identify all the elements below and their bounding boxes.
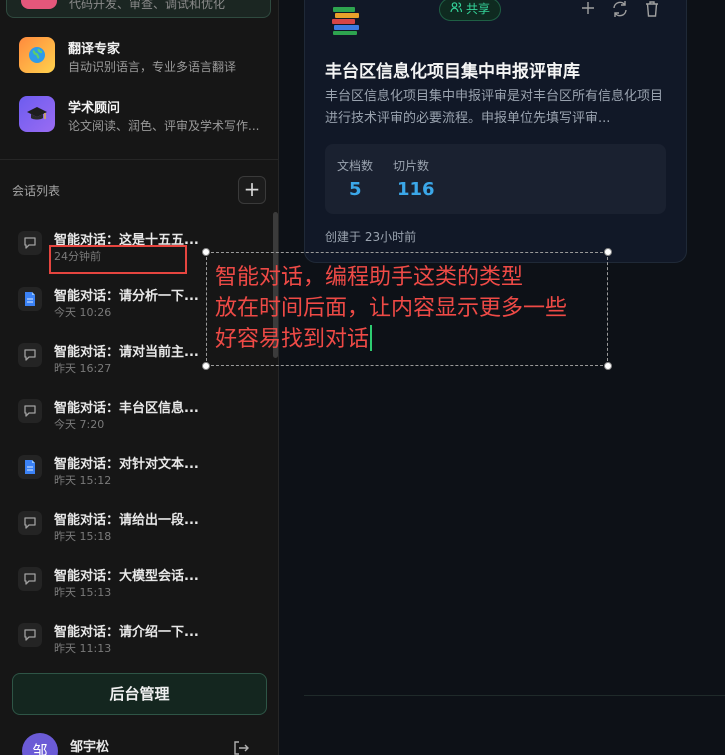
- conversation-title: 智能对话：请对当前主...: [54, 345, 199, 360]
- conversation-time: 昨天 16:27: [54, 362, 112, 375]
- agent-desc: 自动识别语言，专业多语言翻译: [68, 60, 237, 74]
- code-agent-icon: [21, 0, 57, 9]
- resize-handle[interactable]: [604, 248, 612, 256]
- conversation-title: 智能对话：对针对文本...: [54, 457, 199, 472]
- admin-management-button[interactable]: 后台管理: [12, 673, 267, 715]
- conversation-item[interactable]: 智能对话：丰台区信息... 今天 7:20: [12, 382, 267, 438]
- resize-handle[interactable]: [202, 362, 210, 370]
- highlight-box: [49, 245, 187, 274]
- conversation-list-title: 会话列表: [12, 184, 61, 198]
- knowledge-base-description: 丰台区信息化项目集中申报评审是对丰台区所有信息化项目进行技术评审的必要流程。申报…: [325, 89, 664, 126]
- chat-icon: [18, 399, 42, 423]
- conversation-item[interactable]: 智能对话：对针对文本... 昨天 15:12: [12, 438, 267, 494]
- agent-card-code[interactable]: 代码开发、审查、调试和优化: [6, 0, 271, 18]
- knowledge-base-title: 丰台区信息化项目集中申报评审库: [325, 62, 580, 82]
- conversation-item[interactable]: 智能对话：请介绍一下... 昨天 11:13: [12, 606, 267, 660]
- annotation-line: 智能对话，编程助手这类的类型: [215, 265, 524, 290]
- annotation-line: 放在时间后面，让内容显示更多一些: [215, 296, 568, 321]
- conversation-item[interactable]: 智能对话：大模型会话... 昨天 15:13: [12, 550, 267, 606]
- add-icon[interactable]: [580, 0, 598, 18]
- new-conversation-button[interactable]: +: [238, 176, 266, 204]
- agent-card-translator[interactable]: 翻译专家 自动识别语言，专业多语言翻译: [12, 31, 270, 87]
- trash-icon[interactable]: [644, 0, 662, 18]
- agent-desc: 代码开发、审查、调试和优化: [69, 0, 226, 11]
- conversation-time: 昨天 11:13: [54, 642, 112, 655]
- document-count-value: 5: [349, 179, 362, 200]
- chat-icon: [18, 511, 42, 535]
- books-icon: [330, 4, 362, 40]
- conversation-title: 智能对话：请介绍一下...: [54, 625, 199, 640]
- annotation-line: 好容易找到对话: [215, 327, 370, 352]
- conversation-title: 智能对话：请给出一段...: [54, 513, 199, 528]
- conversation-item[interactable]: 智能对话：请给出一段... 昨天 15:18: [12, 494, 267, 550]
- resize-handle[interactable]: [604, 362, 612, 370]
- agent-desc: 论文阅读、润色、评审及学术写作...: [68, 119, 260, 133]
- created-time: 创建于 23小时前: [325, 230, 417, 244]
- shared-label: 共享: [466, 2, 491, 16]
- conversation-time: 昨天 15:13: [54, 586, 112, 599]
- agent-name: 翻译专家: [68, 42, 121, 57]
- users-icon: [450, 0, 463, 20]
- conversation-time: 昨天 15:12: [54, 474, 112, 487]
- knowledge-base-stats: 文档数 5 切片数 116: [325, 144, 666, 214]
- conversation-time: 今天 7:20: [54, 418, 105, 431]
- chat-icon: [18, 623, 42, 647]
- sidebar: 代码开发、审查、调试和优化 翻译专家 自动识别语言，专业多语言翻译 学术顾问 论…: [0, 0, 279, 755]
- chat-icon: [18, 567, 42, 591]
- avatar[interactable]: 邹: [22, 733, 58, 755]
- agent-name: 学术顾问: [68, 101, 121, 116]
- globe-icon: [19, 37, 55, 73]
- annotation-text[interactable]: 智能对话，编程助手这类的类型 放在时间后面，让内容显示更多一些 好容易找到对话: [215, 262, 567, 355]
- agent-card-academic[interactable]: 学术顾问 论文阅读、润色、评审及学术写作...: [12, 90, 270, 146]
- refresh-icon[interactable]: [611, 0, 629, 18]
- logout-icon[interactable]: [232, 740, 250, 755]
- shared-badge: 共享: [439, 0, 502, 21]
- document-count-label: 文档数: [337, 159, 374, 173]
- conversation-time: 今天 10:26: [54, 306, 112, 319]
- graduation-cap-icon: [19, 96, 55, 132]
- conversation-title: 智能对话：请分析一下...: [54, 289, 199, 304]
- document-icon: [18, 287, 42, 311]
- resize-handle[interactable]: [202, 248, 210, 256]
- conversation-time: 昨天 15:18: [54, 530, 112, 543]
- divider: [304, 695, 725, 696]
- chunk-count-label: 切片数: [393, 159, 430, 173]
- document-icon: [18, 455, 42, 479]
- chat-icon: [18, 231, 42, 255]
- user-name: 邹宇松: [70, 740, 110, 755]
- conversation-title: 智能对话：丰台区信息...: [54, 401, 199, 416]
- chat-icon: [18, 343, 42, 367]
- chunk-count-value: 116: [397, 179, 435, 200]
- text-caret: [370, 325, 373, 351]
- conversation-title: 智能对话：大模型会话...: [54, 569, 199, 584]
- divider: [0, 159, 279, 160]
